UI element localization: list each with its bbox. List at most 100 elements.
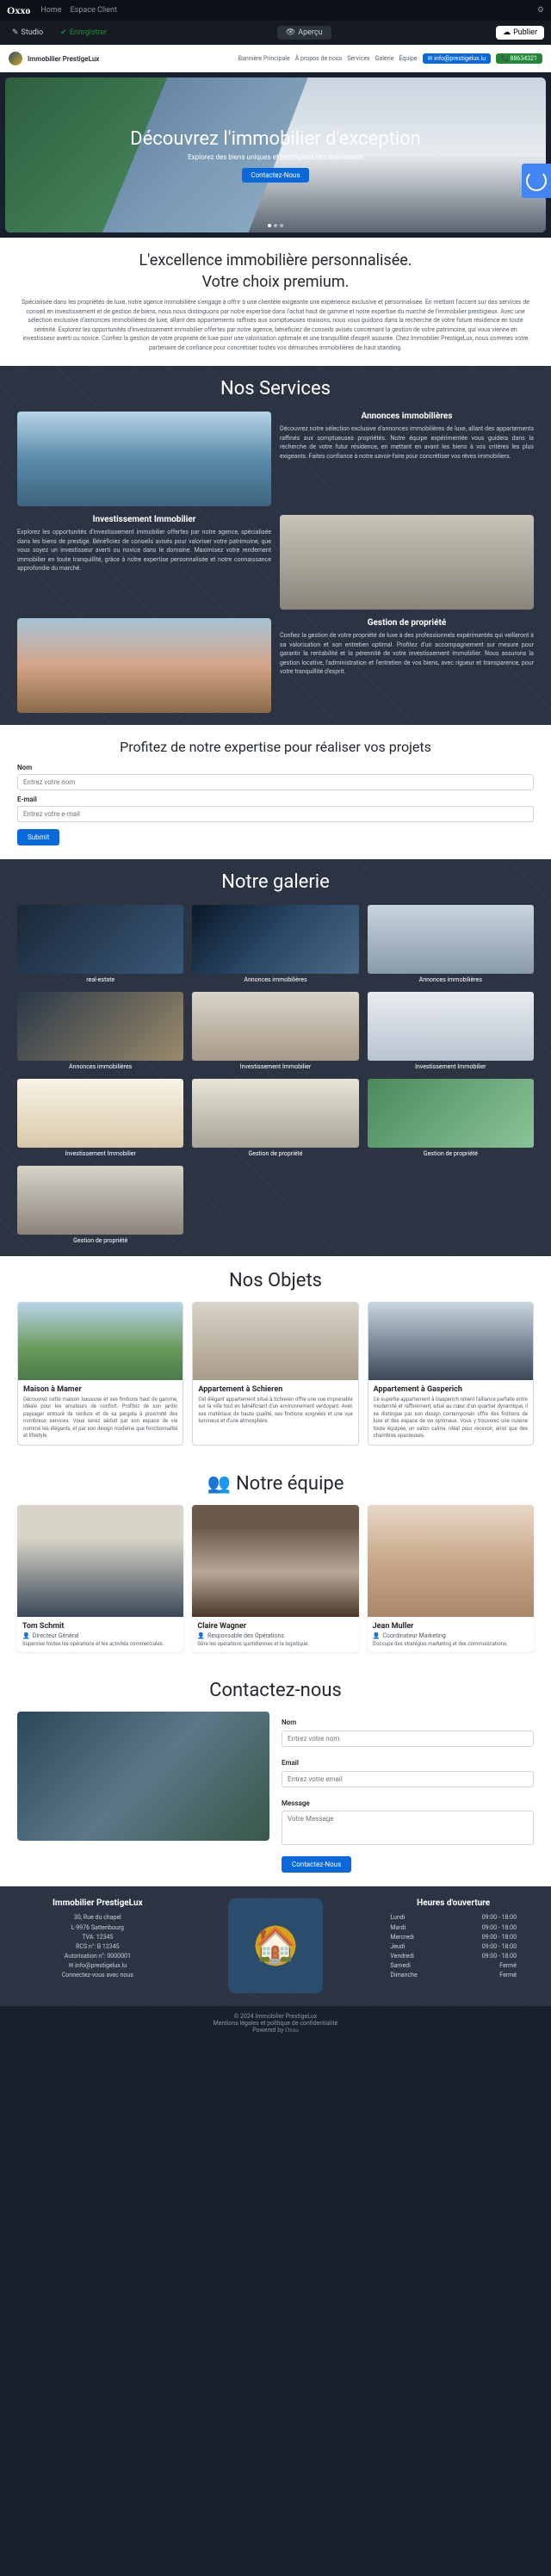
property-card[interactable]: Appartement à Gasperich Ce superbe appart… [368,1302,534,1446]
brand-name: Immobilier PrestigeLux [28,55,99,63]
team-desc: S'occupe des stratégies marketing et des… [373,1641,529,1647]
footer-company: Immobilier PrestigeLux 30, Rue du chapel… [17,1898,178,1993]
preview-button[interactable]: 👁 Aperçu [277,26,331,40]
nav-link[interactable]: Galerie [375,55,394,62]
service-image [280,515,534,610]
hours-row: Mardi09:00 - 18:00 [373,1923,534,1933]
team-title: 👥 Notre équipe [17,1473,534,1495]
gallery-item[interactable]: Investissement Immobilier [368,992,534,1070]
gallery-item[interactable]: Investissement Immobilier [17,1079,183,1157]
service-image [17,618,271,713]
team-desc: Gère les opérations quotidiennes et la l… [197,1641,353,1647]
service-image [17,412,271,506]
person-icon: 👤 [22,1632,30,1639]
gallery-item[interactable]: Investissement Immobilier [192,992,358,1070]
site-navbar: Immobilier PrestigeLux Bannière Principa… [0,45,551,72]
hours-row: SamediFermé [373,1961,534,1971]
app-topbar: Oxxo Home Espace Client ⚙ [0,0,551,21]
contact-email-label: Email [282,1759,299,1767]
contact-submit-button[interactable]: Contactez-Nous [282,1856,351,1873]
nav-link[interactable]: Équipe [399,55,417,62]
phone-button[interactable]: 📞 88634321 [496,53,542,64]
nav-home[interactable]: Home [40,6,61,15]
footer-bottom: © 2024 Immobilier PrestigeLux Mentions l… [0,2005,551,2040]
team-role: 👤Responsable des Opérations [197,1632,353,1639]
footer-logo [228,1898,323,1993]
recaptcha-badge [522,164,551,198]
service-name: Annonces immobilières [280,412,534,421]
form-title: Profitez de notre expertise pour réalise… [17,739,534,755]
gallery-title: Notre galerie [17,871,534,893]
objects-title: Nos Objets [17,1270,534,1291]
carousel-dot[interactable] [268,224,271,227]
team-card: Claire Wagner 👤Responsable des Opération… [192,1505,358,1652]
gallery-item[interactable]: Annonces immobilières [192,905,358,983]
footer-company-title: Immobilier PrestigeLux [17,1898,178,1908]
property-image [18,1303,183,1380]
property-card[interactable]: Appartement à SchierenCet élégant appart… [192,1302,358,1446]
hours-row: Vendredi09:00 - 18:00 [373,1952,534,1961]
intro-body: Spécialisée dans les propriétés de luxe,… [17,298,534,352]
gear-icon[interactable]: ⚙ [537,6,544,15]
lead-form-section: Profitez de notre expertise pour réalise… [0,725,551,859]
hero-subtitle: Explorez des biens uniques et prestigieu… [188,153,363,161]
team-photo [17,1505,183,1617]
hours-title: Heures d'ouverture [373,1898,534,1908]
people-icon: 👥 [207,1473,231,1495]
team-card: Jean Muller 👤Coordinateur Marketing S'oc… [368,1505,534,1652]
services-section: Nos Services Annonces immobilières Décou… [0,366,551,725]
email-input[interactable] [17,806,534,822]
nav-espace-client[interactable]: Espace Client [71,6,117,15]
hours-row: DimancheFermé [373,1971,534,1980]
gallery-item[interactable]: Gestion de propriété [192,1079,358,1157]
service-desc: Confiez la gestion de votre propriété de… [280,631,534,677]
contact-msg-input[interactable] [282,1811,534,1845]
contact-title: Contactez-nous [17,1680,534,1701]
carousel-dot[interactable] [274,224,277,227]
property-title: Appartement à Schieren [198,1385,352,1394]
submit-button[interactable]: Submit [17,829,59,845]
services-title: Nos Services [17,378,534,399]
email-label: E-mail [17,796,534,803]
save-button[interactable]: ✔ Enregistrer [55,27,112,39]
intro-heading-2: Votre choix premium. [17,273,534,291]
gallery-item[interactable]: Annonces immobilières [17,992,183,1070]
team-role: 👤Coordinateur Marketing [373,1632,529,1639]
property-desc: Ce superbe appartement à Gasperich retie… [374,1396,528,1440]
email-button[interactable]: ✉ info@prestigelux.lu [423,53,492,64]
property-title: Appartement à Gasperich [374,1385,528,1394]
service-name: Gestion de propriété [280,618,534,628]
footer-hours: Heures d'ouverture Lundi09:00 - 18:00Mar… [373,1898,534,1993]
legal-link[interactable]: Mentions légales et politique de confide… [7,2020,544,2027]
hero-cta-button[interactable]: Contactez-Nous [242,168,308,183]
property-card[interactable]: Maison à MamerDécouvrez cette maison lux… [17,1302,183,1446]
nav-link[interactable]: Bannière Principale [238,55,290,62]
footer: Immobilier PrestigeLux 30, Rue du chapel… [0,1886,551,2005]
gallery-item[interactable]: Annonces immobilières [368,905,534,983]
team-card: Tom Schmit 👤Directeur Général Supervise … [17,1505,183,1652]
intro-heading-1: L'excellence immobilière personnalisée. [17,251,534,269]
objects-section: Nos Objets Maison à MamerDécouvrez cette… [0,1256,551,1459]
hours-row: Jeudi09:00 - 18:00 [373,1942,534,1952]
nav-link[interactable]: Services [347,55,369,62]
team-name: Claire Wagner [197,1622,353,1631]
name-input[interactable] [17,774,534,790]
editor-toolbar: ✎ Studio ✔ Enregistrer 👁 Aperçu ☁ Publie… [0,21,551,45]
carousel-dot[interactable] [280,224,283,227]
team-photo [192,1505,358,1617]
gallery-item[interactable]: Gestion de propriété [17,1166,183,1244]
gallery-item[interactable]: real-estate [17,905,183,983]
carousel-dots [268,224,283,227]
contact-name-input[interactable] [282,1731,534,1747]
gallery-item[interactable]: Gestion de propriété [368,1079,534,1157]
property-title: Maison à Mamer [23,1385,177,1394]
app-logo[interactable]: Oxxo [7,4,30,17]
footer-email[interactable]: ✉ info@prestigelux.lu [17,1961,178,1971]
hours-row: Lundi09:00 - 18:00 [373,1913,534,1923]
contact-email-input[interactable] [282,1771,534,1787]
studio-button[interactable]: ✎ Studio [7,27,48,39]
nav-links: Bannière Principale À propos de nous Ser… [238,55,418,62]
publish-button[interactable]: ☁ Publier [496,26,544,40]
nav-link[interactable]: À propos de nous [295,55,343,62]
brand-avatar [9,52,22,65]
